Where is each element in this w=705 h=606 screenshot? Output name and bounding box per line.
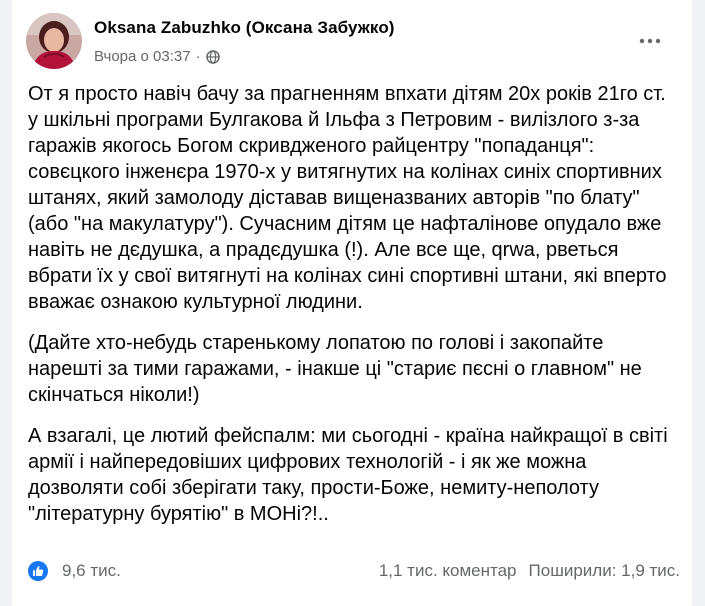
post-paragraph-1: От я просто навіч бачу за прагненням впх…	[28, 83, 667, 313]
post-card: Oksana Zabuzhko (Оксана Забужко) Вчора о…	[12, 0, 692, 606]
avatar-photo	[26, 13, 82, 69]
comment-count[interactable]: 1,1 тис. коментар	[379, 561, 517, 581]
post-timestamp[interactable]: Вчора о 03:37	[94, 48, 191, 65]
post-text: От я просто навіч бачу за прагненням впх…	[28, 81, 680, 542]
author-name[interactable]: Oksana Zabuzhko (Оксана Забужко)	[94, 18, 395, 38]
more-options-icon[interactable]	[632, 26, 668, 56]
like-icon[interactable]	[28, 561, 48, 581]
post-meta: Вчора о 03:37 ·	[94, 48, 220, 65]
share-count[interactable]: Поширили: 1,9 тис.	[529, 561, 680, 581]
globe-icon[interactable]	[205, 49, 220, 64]
author-avatar[interactable]	[26, 13, 82, 69]
reaction-count[interactable]: 9,6 тис.	[62, 561, 121, 581]
meta-separator: ·	[195, 48, 201, 65]
post-footer: 9,6 тис. 1,1 тис. коментар Поширили: 1,9…	[28, 553, 680, 589]
post-paragraph-2: (Дайте хто-небудь старенькому лопатою по…	[28, 332, 642, 406]
post-paragraph-3: А взагалі, це лютий фейспалм: ми сьогодн…	[28, 425, 668, 525]
